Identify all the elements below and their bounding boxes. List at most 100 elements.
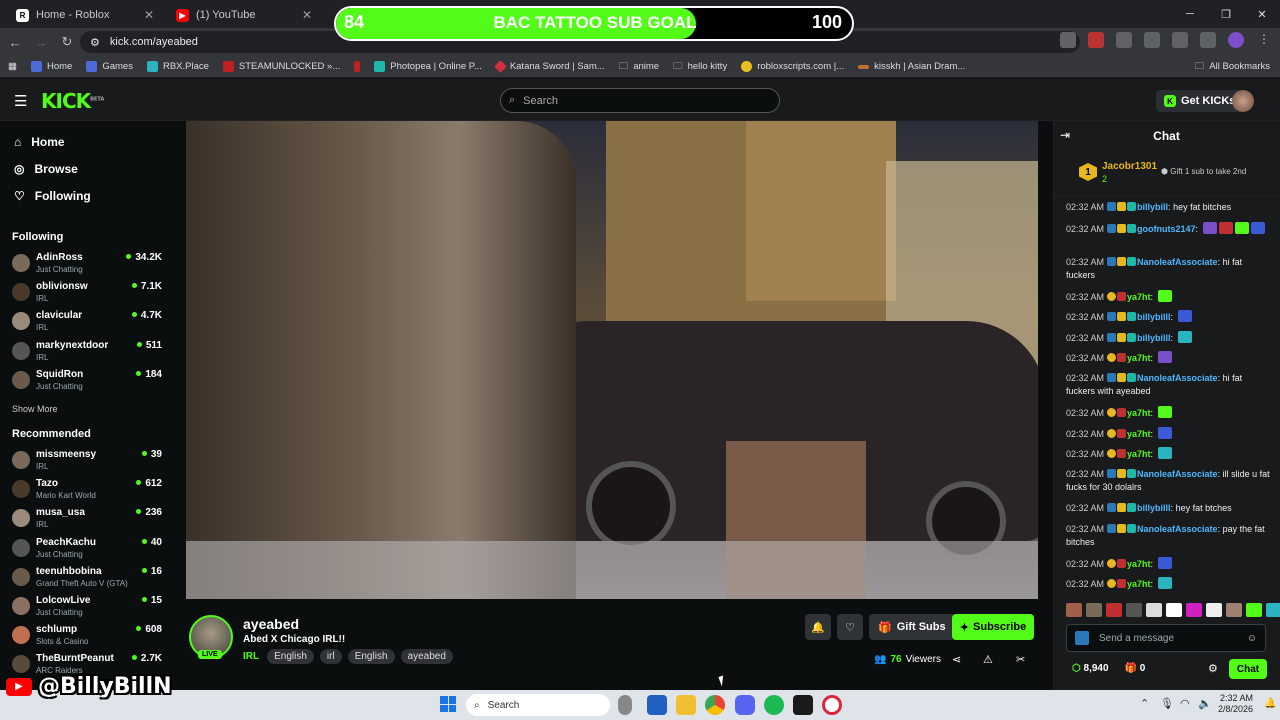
emoji-picker-icon[interactable]: ☺ [1247, 633, 1257, 644]
tag-chip[interactable]: English [267, 649, 314, 664]
sidepanel-icon[interactable] [1172, 32, 1188, 48]
minimize-icon[interactable]: ─ [1172, 0, 1208, 28]
site-info-icon[interactable]: ⚙ [90, 36, 100, 49]
sidebar-channel-adinross[interactable]: AdinRoss Just Chatting 34.2K [12, 252, 162, 280]
taskbar-clock[interactable]: 2:32 AM 2/8/2026 [1218, 693, 1253, 715]
taskbar-search[interactable]: ⌕ Search [466, 694, 610, 716]
sidebar-channel-tazo[interactable]: Tazo Mario Kart World 612 [12, 478, 162, 506]
extension-icon[interactable] [1060, 32, 1076, 48]
tab-roblox[interactable]: R Home - Roblox ✕ [6, 2, 164, 28]
close-tab-icon[interactable]: ✕ [302, 8, 312, 22]
bookmark-item[interactable]: Katana Sword | Sam... [493, 60, 605, 73]
bookmark-item[interactable] [354, 61, 361, 72]
back-icon[interactable]: ← [2, 35, 28, 50]
emote-icon[interactable] [1206, 603, 1222, 617]
chat-username[interactable]: ya7ht [1127, 449, 1151, 459]
notification-bell-button[interactable]: 🔔 [805, 614, 831, 640]
chat-username[interactable]: billybilll [1137, 503, 1171, 513]
chat-username[interactable]: ya7ht [1127, 579, 1151, 589]
volume-icon[interactable]: 🔈 [1198, 697, 1212, 710]
tab-youtube[interactable]: ▶ (1) YouTube ✕ [166, 2, 322, 28]
windows-start-icon[interactable] [440, 696, 456, 712]
file-explorer-icon[interactable] [676, 695, 696, 715]
subscribe-button[interactable]: ✦ Subscribe [952, 614, 1034, 640]
points-display[interactable]: ⬡ 8,940 [1072, 663, 1109, 674]
menu-kebab-icon[interactable]: ⋮ [1256, 32, 1272, 48]
sidebar-channel-schlump[interactable]: schlump Slots & Casino 608 [12, 624, 162, 652]
sidebar-channel-missmeensy[interactable]: missmeensy IRL 39 [12, 449, 162, 477]
chat-username[interactable]: ya7ht [1127, 408, 1151, 418]
hamburger-menu-icon[interactable]: ☰ [14, 92, 27, 110]
sidebar-nav-home[interactable]: ⌂ Home [14, 135, 65, 149]
sidebar-nav-browse[interactable]: ◎ Browse [14, 162, 78, 176]
chat-username[interactable]: ya7ht [1127, 429, 1151, 439]
tag-chip[interactable]: ayeabed [400, 649, 453, 664]
share-icon[interactable]: ⋖ [952, 653, 961, 666]
chat-username[interactable]: NanoleafAssociate [1137, 257, 1218, 267]
chat-username[interactable]: ya7ht [1127, 292, 1151, 302]
chat-send-button[interactable]: Chat [1229, 659, 1267, 679]
sidebar-channel-markynextdoor[interactable]: markynextdoor IRL 511 [12, 340, 162, 368]
sidebar-channel-peachkachu[interactable]: PeachKachu Just Chatting 40 [12, 537, 162, 565]
bookmark-item[interactable]: kisskh | Asian Dram... [858, 61, 965, 72]
channel-name[interactable]: ayeabed [243, 616, 299, 632]
bookmark-item[interactable]: Games [86, 61, 133, 72]
forward-icon[interactable]: → [28, 35, 54, 50]
gift-subs-button[interactable]: 🎁 Gift Subs [869, 614, 955, 640]
bookmark-item[interactable]: RBX.Place [146, 61, 209, 72]
report-icon[interactable]: ⚠ [983, 653, 993, 666]
emote-icon[interactable] [1186, 603, 1202, 617]
profile-avatar[interactable] [1228, 32, 1244, 48]
emote-icon[interactable] [1146, 603, 1162, 617]
emote-icon[interactable] [1066, 603, 1082, 617]
emote-icon[interactable] [1246, 603, 1262, 617]
tray-chevron-icon[interactable]: ⌃ [1140, 697, 1149, 710]
gifts-display[interactable]: 🎁 0 [1125, 663, 1146, 674]
reload-icon[interactable]: ↻ [54, 34, 80, 50]
tab-search-icon[interactable] [1200, 32, 1216, 48]
chrome-icon[interactable] [705, 695, 725, 715]
close-window-icon[interactable]: ✕ [1244, 0, 1280, 28]
sidebar-channel-musa_usa[interactable]: musa_usa IRL 236 [12, 507, 162, 535]
opera-icon[interactable] [822, 695, 842, 715]
sidebar-nav-following[interactable]: ♡ Following [14, 189, 91, 203]
chat-username[interactable]: NanoleafAssociate [1137, 373, 1218, 383]
extension-icon[interactable] [1088, 32, 1104, 48]
notification-bell-icon[interactable]: 🔔 [1264, 698, 1276, 709]
follow-heart-button[interactable]: ♡ [837, 614, 863, 640]
spotify-icon[interactable] [764, 695, 784, 715]
chat-username[interactable]: billybilll [1137, 333, 1171, 343]
emote-icon[interactable] [1226, 603, 1242, 617]
all-bookmarks-folder[interactable]: 🗀 All Bookmarks [1195, 59, 1270, 75]
show-more-link[interactable]: Show More [12, 404, 58, 414]
store-app-icon[interactable] [647, 695, 667, 715]
chat-username[interactable]: billybilll [1137, 312, 1171, 322]
app-icon[interactable] [793, 695, 813, 715]
sidebar-channel-clavicular[interactable]: clavicular IRL 4.7K [12, 310, 162, 338]
emote-icon[interactable] [1106, 603, 1122, 617]
bookmark-item[interactable]: Home [30, 61, 72, 72]
apps-grid-icon[interactable]: ▦ [8, 61, 17, 72]
bookmark-item[interactable]: Photopea | Online P... [374, 61, 482, 72]
user-avatar[interactable] [1232, 90, 1254, 112]
microphone-icon[interactable]: 🎙 [1160, 697, 1174, 710]
search-input[interactable]: ⌕ Search [500, 88, 780, 113]
emote-icon[interactable] [1166, 603, 1182, 617]
maximize-icon[interactable]: ❐ [1208, 0, 1244, 28]
bookmark-item[interactable]: STEAMUNLOCKED »... [222, 61, 340, 72]
wifi-icon[interactable]: ◠ [1180, 697, 1190, 710]
video-player[interactable] [186, 121, 1038, 599]
puzzle-icon[interactable] [1144, 32, 1160, 48]
pinned-username[interactable]: Jacobr1301 [1102, 161, 1157, 172]
mouse-app-icon[interactable] [618, 695, 632, 715]
extension-icon[interactable] [1116, 32, 1132, 48]
chat-username[interactable]: billybill [1137, 202, 1168, 212]
chat-username[interactable]: goofnuts2147 [1137, 224, 1196, 234]
sidebar-channel-lolcowlive[interactable]: LolcowLive Just Chatting 15 [12, 595, 162, 623]
tag-chip[interactable]: English [347, 649, 395, 664]
emote-icon[interactable] [1086, 603, 1102, 617]
sidebar-channel-oblivionsw[interactable]: oblivionsw IRL 7.1K [12, 281, 162, 309]
get-kicks-button[interactable]: K Get KICKs [1156, 90, 1244, 112]
chat-settings-icon[interactable]: ⚙ [1208, 662, 1218, 675]
chat-username[interactable]: NanoleafAssociate [1137, 469, 1218, 479]
